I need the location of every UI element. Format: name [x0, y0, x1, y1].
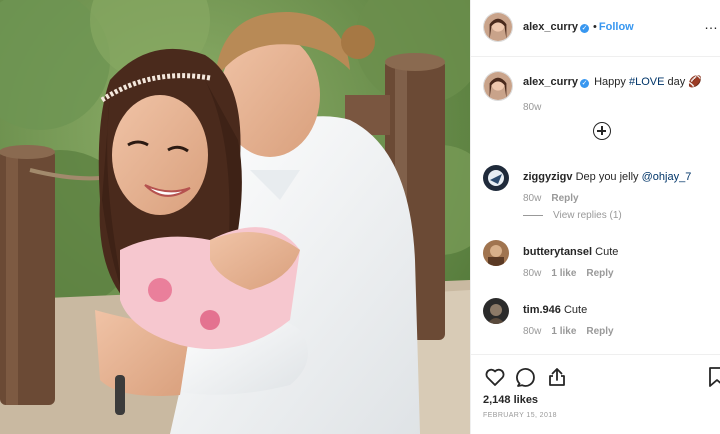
comment-age: 80w: [523, 193, 542, 204]
author-username[interactable]: alex_curry: [523, 21, 578, 33]
football-emoji: 🏈: [688, 76, 702, 88]
commenter-username[interactable]: butterytansel: [523, 246, 592, 258]
view-replies-button[interactable]: View replies (1): [523, 210, 622, 221]
caption-age: 80w: [523, 102, 542, 113]
comment-text: tim.946 Cute: [523, 304, 587, 316]
reply-button[interactable]: Reply: [586, 326, 613, 337]
verified-icon: ✓: [580, 79, 590, 88]
comment-meta: 80w 1 like Reply: [523, 268, 624, 279]
bookmark-icon[interactable]: [705, 365, 720, 389]
comment-likes[interactable]: 1 like: [551, 326, 576, 337]
caption-avatar[interactable]: [483, 71, 513, 101]
add-comment-icon[interactable]: [593, 122, 611, 140]
more-options-icon[interactable]: …: [704, 16, 719, 32]
comment-meta: 80w 1 like Reply: [523, 326, 624, 337]
likes-count[interactable]: 2,148 likes: [483, 394, 538, 406]
commenter-avatar[interactable]: [483, 240, 509, 266]
heart-icon[interactable]: [483, 365, 507, 389]
comment-text: ziggyzigv Dep you jelly @ohjay_7: [523, 171, 691, 183]
comment-age: 80w: [523, 326, 542, 337]
comment-mention[interactable]: @ohjay_7: [642, 171, 692, 183]
comment-text: butterytansel Cute: [523, 246, 618, 258]
comment-body: Cute: [563, 304, 588, 316]
commenter-avatar[interactable]: [483, 298, 509, 324]
author-line: alex_curry ✓ • Follow: [523, 21, 634, 33]
author-avatar[interactable]: [483, 12, 513, 42]
action-bar: 2,148 likes FEBRUARY 15, 2018: [471, 354, 720, 434]
follow-button[interactable]: Follow: [599, 21, 634, 33]
comment-likes[interactable]: 1 like: [551, 268, 576, 279]
verified-icon: ✓: [580, 24, 590, 33]
caption-text: alex_curry ✓ Happy #LOVE day 🏈: [523, 75, 702, 88]
commenter-avatar[interactable]: [483, 165, 509, 191]
reply-button[interactable]: Reply: [586, 268, 613, 279]
reply-button[interactable]: Reply: [551, 193, 578, 204]
post-photo: [0, 0, 470, 434]
caption-meta: 80w: [523, 102, 551, 113]
comment-body: Cute: [595, 246, 619, 258]
caption-username[interactable]: alex_curry: [523, 76, 578, 88]
comment-age: 80w: [523, 268, 542, 279]
post-side-panel: alex_curry ✓ • Follow … alex_curry ✓ Happy #…: [470, 0, 720, 434]
share-icon[interactable]: [545, 365, 569, 389]
post-header: alex_curry ✓ • Follow …: [471, 0, 720, 57]
post-date: FEBRUARY 15, 2018: [483, 412, 557, 419]
separator-dot: •: [593, 21, 597, 33]
comment-icon[interactable]: [514, 365, 538, 389]
caption-text-after: day: [664, 76, 686, 88]
caption-hashtag[interactable]: #LOVE: [629, 76, 664, 88]
commenter-username[interactable]: ziggyzigv: [523, 171, 573, 183]
caption-text-before: Happy: [594, 76, 629, 88]
commenter-username[interactable]: tim.946: [523, 304, 561, 316]
comment-body: Dep you jelly: [575, 171, 642, 183]
comment-meta: 80w Reply: [523, 193, 589, 204]
